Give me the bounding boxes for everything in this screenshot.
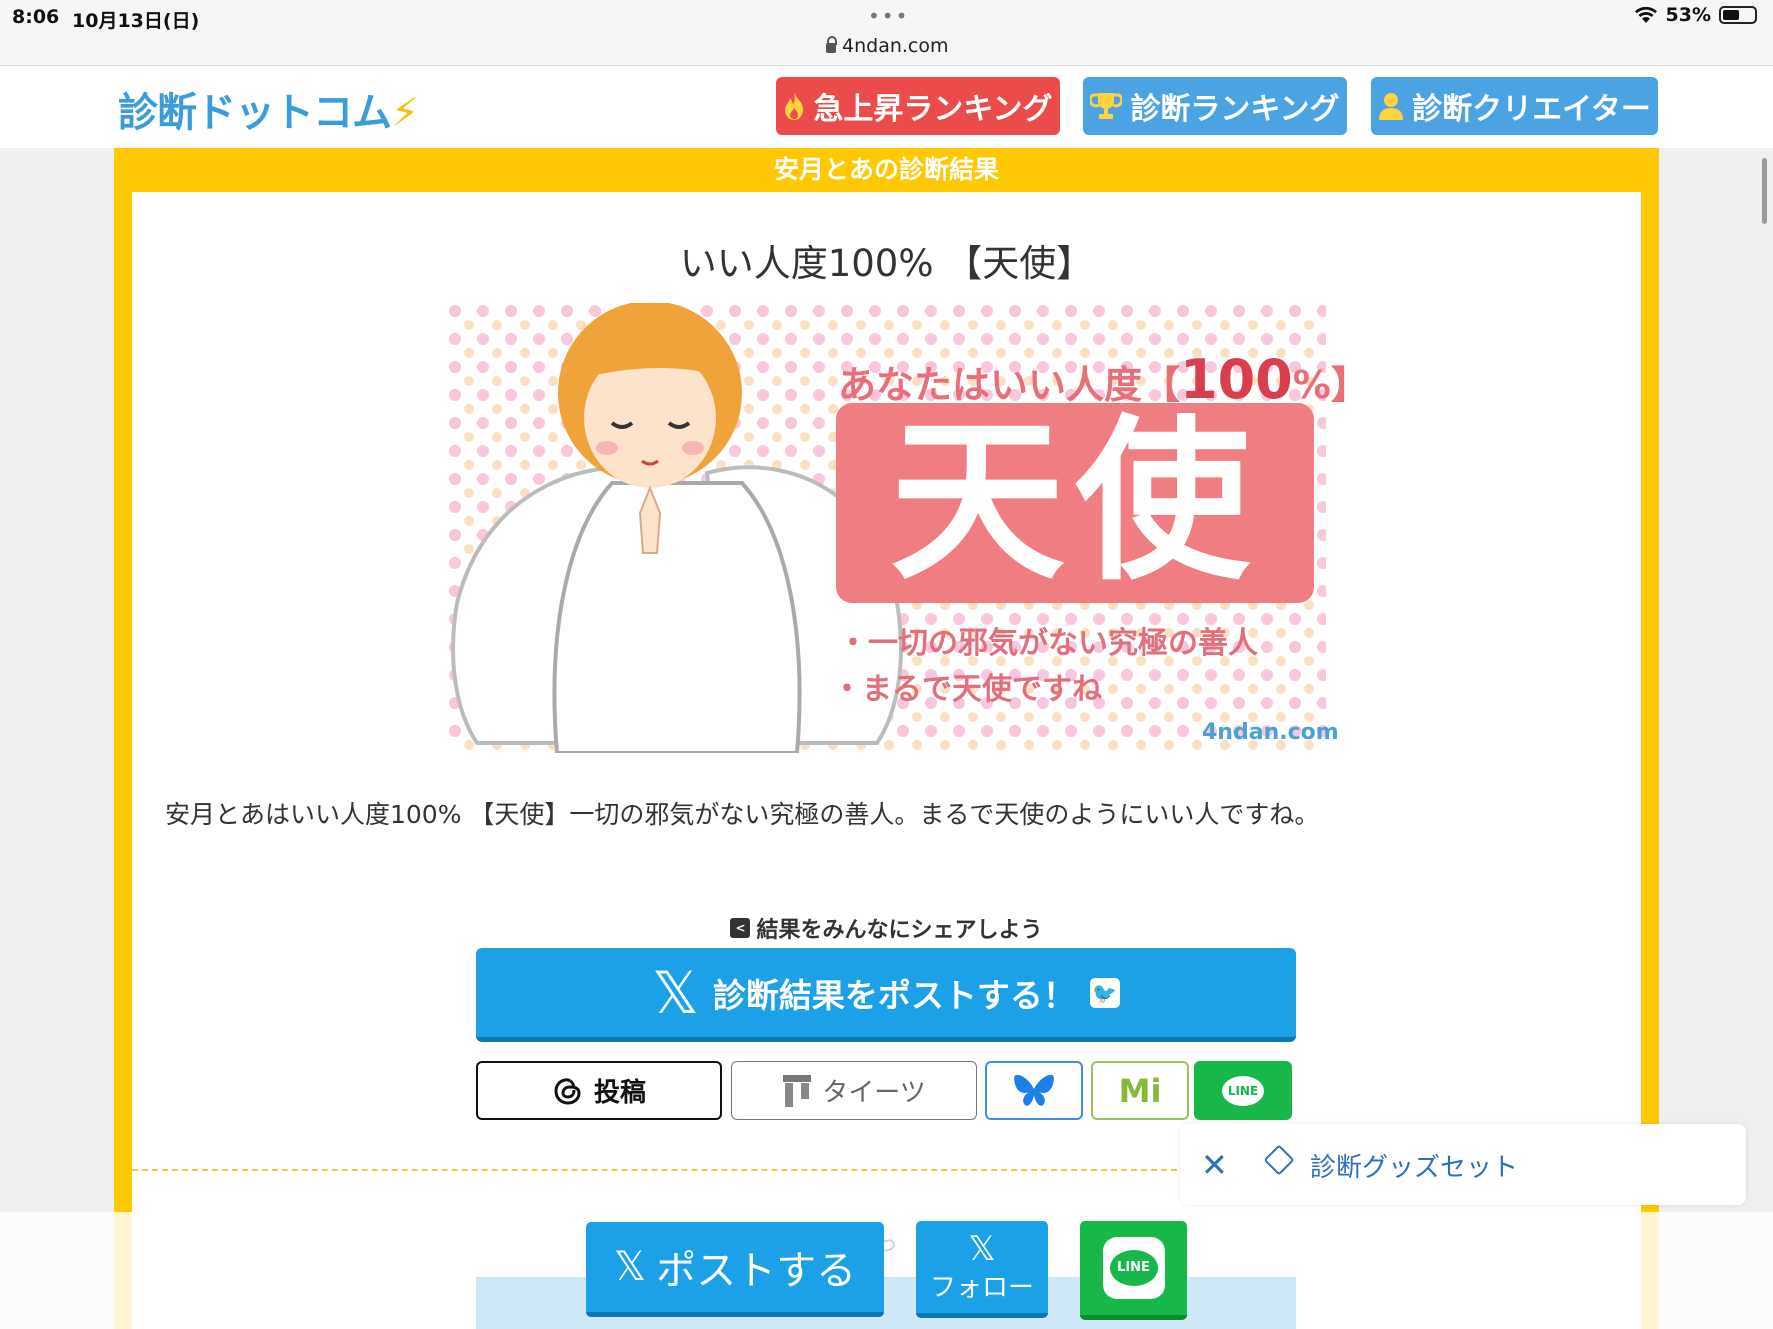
twitter-square-icon: 🐦 xyxy=(1089,977,1120,1008)
battery-percent: 53% xyxy=(1665,4,1711,26)
image-big-text: 天使 xyxy=(836,403,1314,603)
lock-icon xyxy=(826,36,837,53)
bottom-post-button[interactable]: 𝕏 ポストする xyxy=(586,1222,884,1317)
hot-ranking-button[interactable]: 急上昇ランキング xyxy=(776,77,1060,135)
trophy-icon xyxy=(1090,93,1123,119)
line-share-button[interactable]: LINE xyxy=(1194,1061,1292,1120)
url-text: 4ndan.com xyxy=(842,35,949,57)
line-icon: LINE xyxy=(1102,1237,1165,1299)
taits-share-button[interactable]: タイーツ xyxy=(731,1061,977,1120)
bottom-post-label: ポストする xyxy=(656,1248,857,1294)
result-description: 安月とあはいい人度100% 【天使】一切の邪気がない究極の善人。まるで天使のよう… xyxy=(165,800,1320,829)
status-date: 10月13日(日) xyxy=(72,10,200,32)
more-dots-icon[interactable]: ••• xyxy=(868,4,909,28)
share-icon: < xyxy=(730,918,751,938)
ranking-label: 診断ランキング xyxy=(1130,92,1340,127)
logo-text: 診断ドットコム xyxy=(118,90,392,136)
scrollbar[interactable] xyxy=(1762,158,1767,224)
share-heading: < 結果をみんなにシェアしよう xyxy=(132,912,1641,944)
status-indicators: 53% xyxy=(1634,4,1757,26)
bolt-icon: ⚡ xyxy=(391,90,419,136)
result-title: いい人度100% 【天使】 xyxy=(679,242,1094,285)
post-result-label: 診断結果をポストする！ xyxy=(712,975,1076,1015)
flame-icon xyxy=(785,92,804,120)
wifi-icon xyxy=(1634,6,1657,23)
bluesky-icon xyxy=(1014,1074,1054,1106)
site-logo[interactable]: 診断ドットコム⚡ xyxy=(118,80,419,138)
close-icon[interactable]: ✕ xyxy=(1201,1146,1228,1184)
threads-share-button[interactable]: 投稿 xyxy=(476,1061,722,1120)
battery-icon xyxy=(1719,6,1757,24)
image-line-1: ・一切の邪気がない究極の善人 xyxy=(838,626,1258,661)
post-result-button[interactable]: 𝕏 診断結果をポストする！ 🐦 xyxy=(476,948,1296,1042)
line-icon: LINE xyxy=(1222,1075,1264,1106)
result-banner: 安月とあの診断結果 xyxy=(773,155,999,184)
ranking-button[interactable]: 診断ランキング xyxy=(1083,77,1347,135)
taits-icon xyxy=(783,1074,812,1107)
image-line-2: ・まるで天使ですね xyxy=(832,672,1102,707)
creator-label: 診断クリエイター xyxy=(1412,92,1651,127)
goods-link[interactable]: 診断グッズセット xyxy=(1310,1147,1518,1184)
threads-label: 投稿 xyxy=(593,1078,646,1108)
dashed-divider xyxy=(132,1169,1177,1171)
hot-ranking-label: 急上昇ランキング xyxy=(813,92,1053,127)
x-logo-icon: 𝕏 xyxy=(968,1228,996,1269)
address-bar[interactable]: 4ndan.com xyxy=(826,33,949,59)
line-icon-label: LINE xyxy=(1109,1250,1158,1286)
bottom-follow-button[interactable]: 𝕏 フォロー xyxy=(916,1221,1048,1318)
taits-label: タイーツ xyxy=(822,1078,926,1108)
image-brand: 4ndan.com xyxy=(1202,720,1339,745)
threads-icon xyxy=(554,1077,581,1105)
creator-button[interactable]: 診断クリエイター xyxy=(1371,77,1658,135)
bluesky-share-button[interactable] xyxy=(985,1061,1083,1120)
user-icon xyxy=(1379,93,1404,120)
misskey-icon: Mi xyxy=(1118,1071,1162,1110)
bottom-line-button[interactable]: LINE xyxy=(1080,1221,1187,1320)
share-heading-text: 結果をみんなにシェアしよう xyxy=(756,918,1043,943)
misskey-share-button[interactable]: Mi xyxy=(1091,1061,1189,1120)
x-logo-icon: 𝕏 xyxy=(613,1244,647,1290)
bottom-follow-label: フォロー xyxy=(929,1272,1034,1303)
x-logo-icon: 𝕏 xyxy=(652,958,699,1027)
status-time: 8:06 xyxy=(12,6,60,28)
